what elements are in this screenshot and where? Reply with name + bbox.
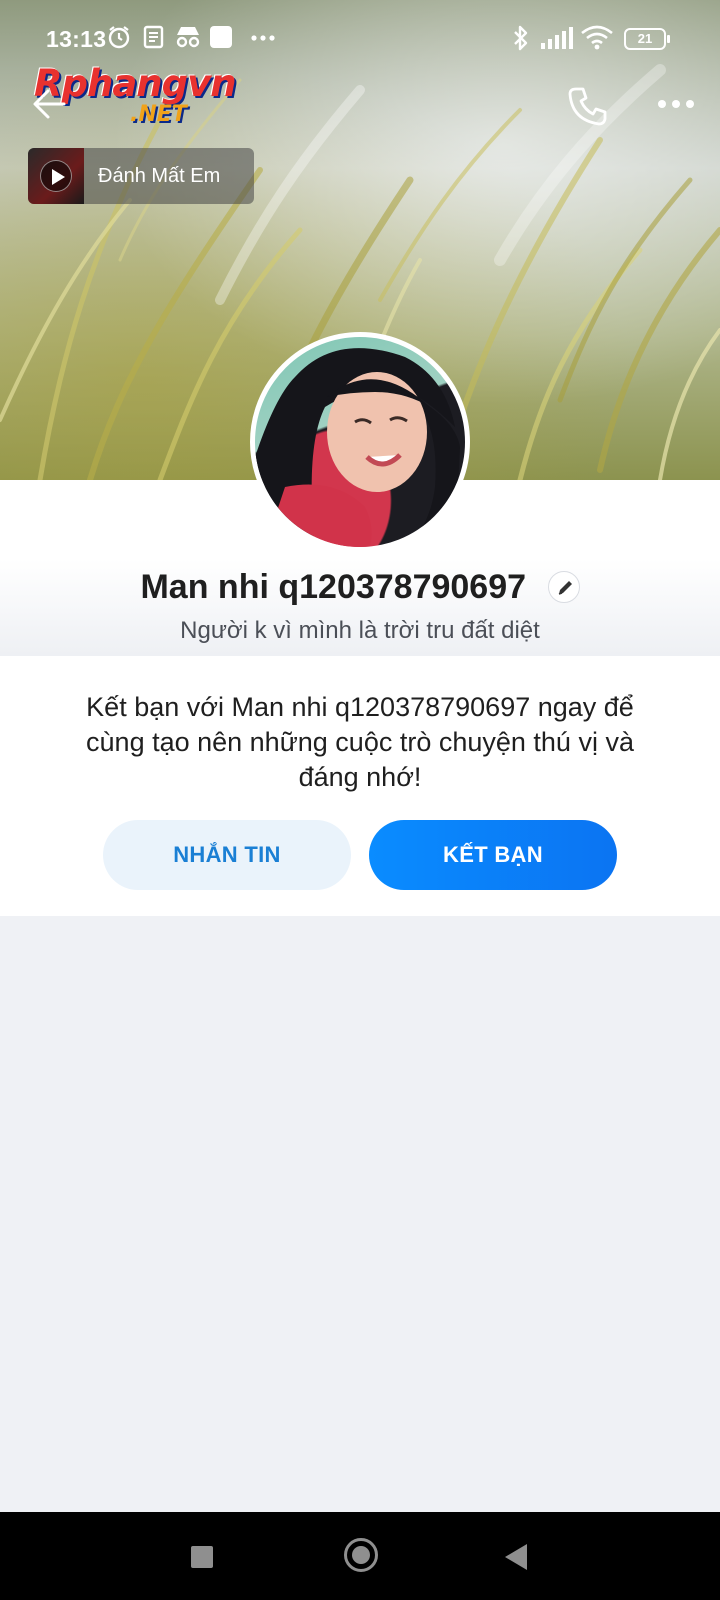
more-dots-icon	[251, 35, 275, 41]
play-icon	[40, 160, 72, 192]
news-icon	[143, 25, 164, 49]
home-icon[interactable]	[344, 1538, 378, 1572]
pencil-icon[interactable]	[547, 571, 580, 604]
more-horizontal-icon[interactable]	[656, 92, 696, 116]
add-friend-button[interactable]: KẾT BẠN	[369, 820, 617, 890]
battery-icon: 21	[624, 28, 670, 50]
battery-level: 21	[637, 31, 653, 46]
phone-icon[interactable]	[566, 84, 610, 128]
recent-apps-icon[interactable]	[191, 1546, 213, 1568]
pencil-glyph	[558, 581, 572, 595]
back-arrow-icon[interactable]	[30, 84, 70, 124]
music-thumbnail	[28, 148, 84, 204]
message-button[interactable]: NHẮN TIN	[103, 820, 351, 890]
system-back-icon[interactable]	[505, 1544, 527, 1570]
system-navigation-bar	[0, 1512, 720, 1600]
avatar[interactable]	[250, 332, 470, 552]
app-icon	[210, 26, 232, 48]
alarm-icon	[108, 26, 130, 49]
wifi-icon	[581, 25, 613, 50]
watermark-bottom: .NET	[130, 102, 187, 127]
bluetooth-icon	[514, 25, 528, 51]
profile-music-button[interactable]: Đánh Mất Em	[28, 148, 254, 204]
profile-name: Man nhi q120378790697	[140, 567, 527, 606]
status-time: 13:13	[46, 26, 107, 52]
friend-request-card: Kết bạn với Man nhi q120378790697 ngay đ…	[0, 656, 720, 916]
music-title: Đánh Mất Em	[98, 164, 221, 187]
incognito-icon	[176, 27, 200, 48]
avatar-photo	[255, 348, 460, 547]
signal-icon	[541, 27, 573, 49]
profile-name-row: Man nhi q120378790697	[0, 566, 720, 607]
friend-prompt-message: Kết bạn với Man nhi q120378790697 ngay đ…	[86, 692, 634, 792]
profile-status: Người k vì mình là trời tru đất diệt	[180, 617, 540, 644]
